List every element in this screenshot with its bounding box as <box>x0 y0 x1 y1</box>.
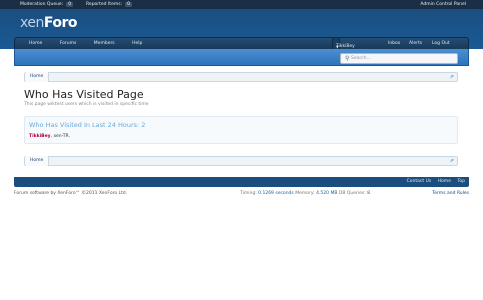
footer-bar: Contact Us Home Top <box>14 177 469 187</box>
main-navigation: Home Forums Members Help TikkiBey ▼ Inbo… <box>14 37 469 50</box>
queries-label: DB Queries: <box>338 191 366 196</box>
footer-home[interactable]: Home <box>438 179 451 184</box>
visitor-link-xen-tr[interactable]: xen-TR <box>53 134 68 139</box>
admin-control-panel-link[interactable]: Admin Control Panel <box>420 2 466 7</box>
copyright: Forum software by XenForo™ ©2011 XenForo… <box>14 191 128 196</box>
timing-value: 0.1269 seconds <box>258 191 294 196</box>
breadcrumb: Home ⇗ <box>24 72 458 82</box>
search-icon: ⚲ <box>345 55 350 62</box>
page-title: Who Has Visited Page <box>24 88 144 101</box>
site-logo[interactable]: xenForo <box>20 15 77 31</box>
queries-value: 8 <box>367 191 371 196</box>
breadcrumb-home[interactable]: Home <box>25 72 50 82</box>
visitor-trailing: . <box>68 134 70 139</box>
logo-xen: xen <box>20 15 44 31</box>
moderation-queue-count: 0 <box>66 2 74 7</box>
search-box[interactable]: ⚲ Search... <box>340 53 458 64</box>
footer-top[interactable]: Top <box>457 179 465 184</box>
timing-label: Timing: <box>240 191 257 196</box>
moderation-queue-link[interactable]: Moderation Queue: 0 <box>20 2 74 7</box>
visitor-link-tikkibey[interactable]: TikkiBey <box>29 134 51 139</box>
reported-items-label: Reported Items: <box>86 2 123 7</box>
moderator-bar: Moderation Queue: 0 Reported Items: 0 Admi… <box>0 0 483 9</box>
jump-to-icon[interactable]: ⇗ <box>450 74 454 80</box>
jump-to-icon[interactable]: ⇗ <box>450 158 454 164</box>
footer-contact-us[interactable]: Contact Us <box>407 179 432 184</box>
reported-items-count: 0 <box>125 2 132 7</box>
logo-foro: Foro <box>43 15 78 31</box>
nav-inbox[interactable]: Inbox <box>388 41 400 46</box>
terms-link[interactable]: Terms and Rules <box>432 191 469 196</box>
visitors-block: Who Has Visited In Last 24 Hours: 2 Tikk… <box>24 116 458 144</box>
debug-output: Timing: 0.1269 seconds Memory: 4.520 MB … <box>240 191 370 196</box>
reported-items-link[interactable]: Reported Items: 0 <box>86 2 132 7</box>
page-description: This page wiktest users which is visited… <box>24 102 149 107</box>
moderation-queue-label: Moderation Queue: <box>20 2 64 7</box>
nav-logout[interactable]: Log Out <box>432 41 450 46</box>
search-input[interactable]: Search... <box>351 56 371 61</box>
memory-label: Memory: <box>295 191 315 196</box>
memory-value: 4.520 MB <box>316 191 338 196</box>
nav-alerts[interactable]: Alerts <box>409 41 422 46</box>
visitors-list: TikkiBey, xen-TR. <box>29 134 70 139</box>
breadcrumb-home-bottom[interactable]: Home <box>25 156 50 166</box>
visitors-heading: Who Has Visited In Last 24 Hours: 2 <box>29 121 146 129</box>
breadcrumb-bottom: Home ⇗ <box>24 156 458 166</box>
